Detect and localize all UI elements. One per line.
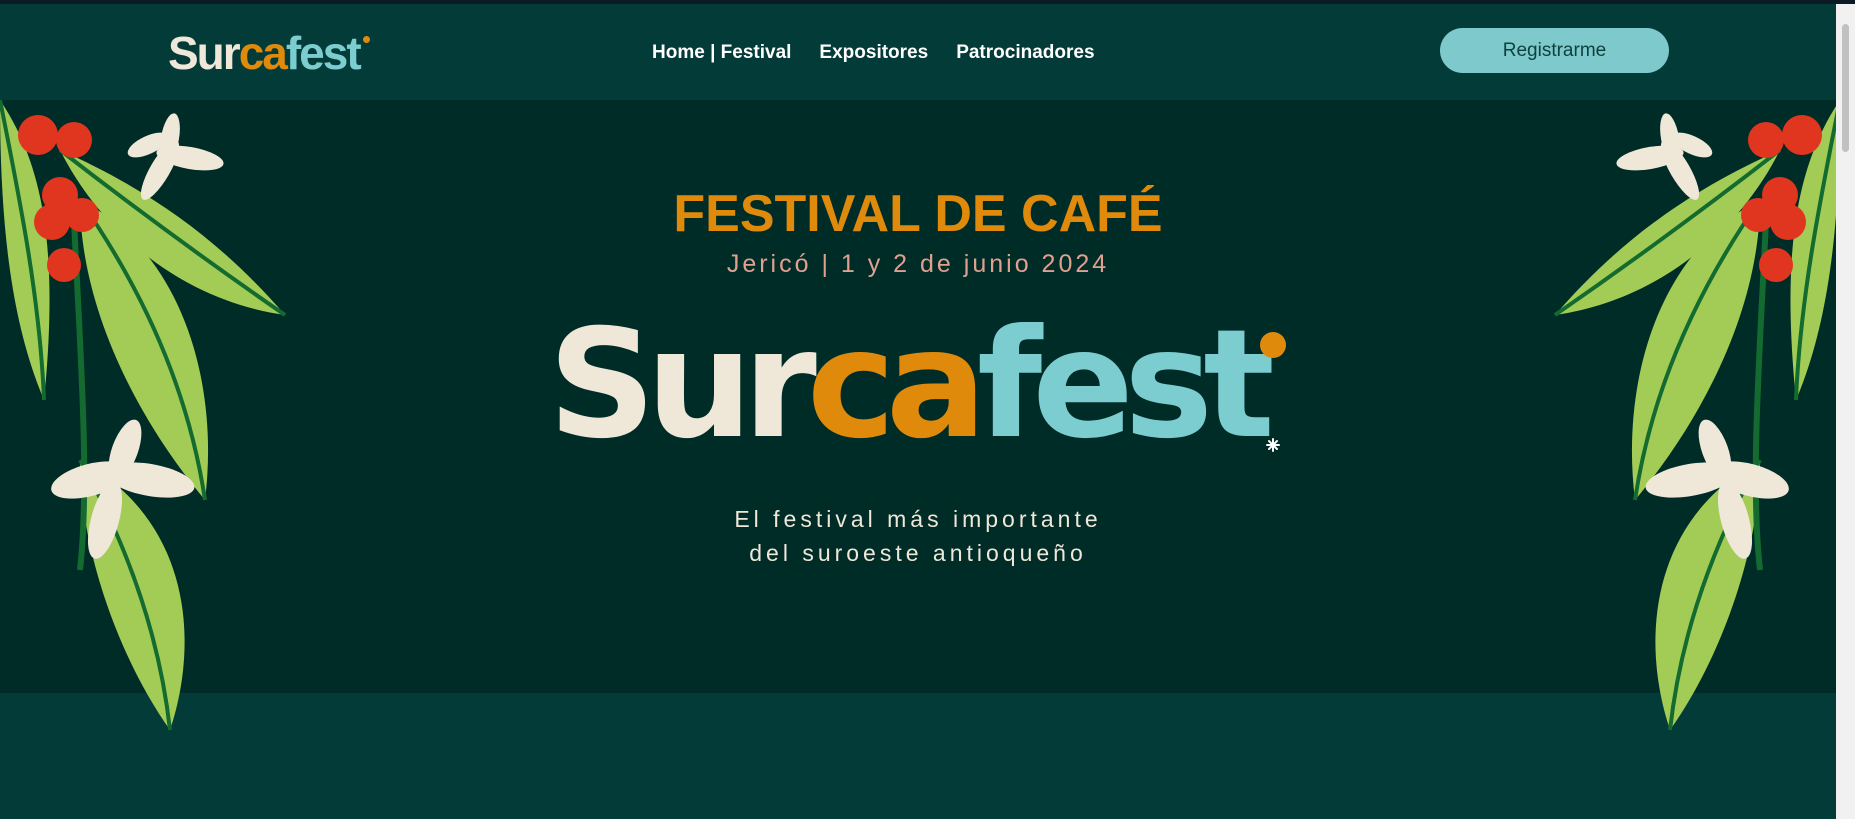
hero-logo-flower-icon xyxy=(1260,332,1286,452)
logo-part-sur: Sur xyxy=(168,27,241,79)
coffee-plant-right-illustration xyxy=(1553,100,1836,731)
logo-part-ca: ca xyxy=(238,27,288,79)
hero-logo: Surcafest xyxy=(548,310,1288,470)
nav-patrocinadores[interactable]: Patrocinadores xyxy=(956,42,1094,64)
nav-expositores[interactable]: Expositores xyxy=(819,42,928,64)
hero-logo-part-sur: Sur xyxy=(548,298,817,472)
page: Surcafest Home | Festival Expositores Pa… xyxy=(0,4,1836,819)
logo-part-fest: fest xyxy=(285,27,362,79)
nav-home-festival[interactable]: Home | Festival xyxy=(652,42,791,64)
hero-logo-part-ca: ca xyxy=(806,298,987,472)
coffee-plant-left-illustration xyxy=(0,100,287,731)
register-button[interactable]: Registrarme xyxy=(1440,28,1669,73)
site-header: Surcafest Home | Festival Expositores Pa… xyxy=(0,4,1836,100)
hero-logo-part-fest: fest xyxy=(976,298,1275,472)
main-nav: Home | Festival Expositores Patrocinador… xyxy=(652,42,1095,64)
page-scrollbar[interactable] xyxy=(1836,4,1855,819)
logo-dot-icon xyxy=(362,36,370,43)
header-logo[interactable]: Surcafest xyxy=(168,30,370,76)
scrollbar-thumb[interactable] xyxy=(1842,24,1849,152)
